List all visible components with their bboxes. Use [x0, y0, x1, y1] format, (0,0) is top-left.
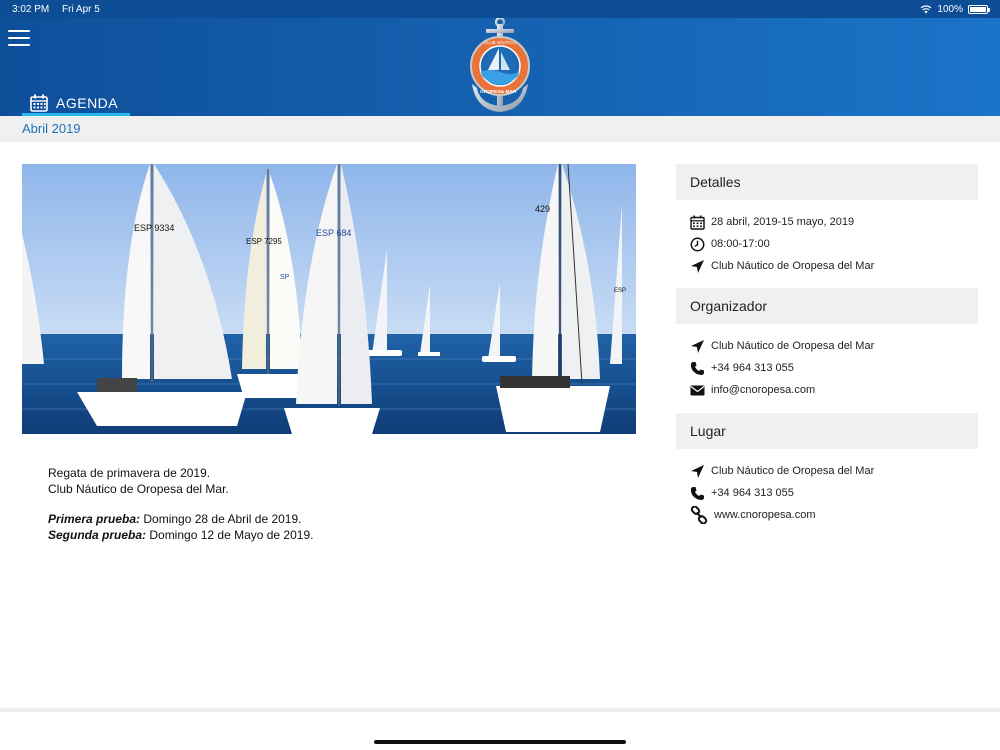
sail-number-6: ESP — [614, 288, 626, 294]
calendar-icon — [30, 94, 48, 112]
phone-icon — [690, 361, 704, 375]
first-test-value: Domingo 28 de Abril de 2019. — [140, 512, 302, 526]
venue-name-row: Club Náutico de Oropesa del Mar — [676, 460, 978, 482]
organizer-panel: Organizador Club Náutico de Oropesa del … — [676, 288, 978, 401]
first-test-label: Primera prueba: — [48, 512, 141, 526]
app-header: CLUB NÁUTICO OROPESA del MAR AGENDA — [0, 18, 1000, 116]
sail-number-2: ESP 7295 — [246, 237, 282, 246]
hamburger-icon[interactable] — [8, 30, 30, 46]
footer-divider — [0, 708, 1000, 712]
details-title: Detalles — [676, 164, 978, 200]
description-line-2: Club Náutico de Oropesa del Mar. — [48, 482, 229, 496]
phone-icon — [690, 486, 704, 500]
battery-percent: 100% — [937, 3, 963, 15]
location-arrow-icon — [691, 339, 704, 353]
details-date: 28 abril, 2019-15 mayo, 2019 — [711, 216, 855, 228]
tab-agenda[interactable]: AGENDA — [22, 90, 130, 116]
details-date-row: 28 abril, 2019-15 mayo, 2019 — [676, 211, 978, 233]
location-arrow-icon — [691, 259, 704, 273]
venue-phone-row[interactable]: +34 964 313 055 — [676, 482, 978, 504]
description-line-1: Regata de primavera de 2019. — [48, 466, 211, 480]
envelope-icon — [690, 385, 705, 395]
details-panel: Detalles 28 abril, 2019-15 mayo, 2019 08… — [676, 164, 978, 277]
venue-web[interactable]: www.cnoropesa.com — [714, 509, 816, 521]
event-image: ESP 9334 ESP 7295 SP ESP 684 429 ESP — [22, 164, 636, 434]
organizer-email-row[interactable]: info@cnoropesa.com — [676, 379, 978, 401]
details-time: 08:00-17:00 — [711, 238, 770, 250]
status-time: 3:02 PM — [12, 3, 50, 15]
second-test-value: Domingo 12 de Mayo de 2019. — [146, 528, 314, 542]
calendar-icon — [690, 215, 705, 230]
event-description: Regata de primavera de 2019. Club Náutic… — [48, 465, 608, 543]
organizer-name: Club Náutico de Oropesa del Mar — [711, 340, 875, 352]
status-bar: 3:02 PM Fri Apr 5 100% — [0, 0, 1000, 18]
link-icon — [690, 506, 708, 524]
sail-number-5: SP — [280, 274, 290, 281]
organizer-title: Organizador — [676, 288, 978, 324]
venue-title: Lugar — [676, 413, 978, 449]
details-place-row: Club Náutico de Oropesa del Mar — [676, 255, 978, 277]
second-test-label: Segunda prueba: — [48, 528, 147, 542]
wifi-icon — [921, 4, 932, 13]
logo-bottom-mid-text: del — [500, 90, 504, 94]
sail-number-3: ESP 684 — [316, 228, 351, 238]
month-bar: Abril 2019 — [0, 116, 1000, 142]
month-title: Abril 2019 — [22, 121, 81, 136]
club-logo: CLUB NÁUTICO OROPESA del MAR — [470, 18, 530, 112]
location-arrow-icon — [691, 464, 704, 478]
battery-icon — [968, 4, 990, 14]
clock-icon — [690, 237, 705, 251]
venue-name: Club Náutico de Oropesa del Mar — [711, 465, 875, 477]
logo-bottom-right-text: MAR — [506, 89, 517, 95]
second-test: Segunda prueba: Domingo 12 de Mayo de 20… — [48, 527, 608, 543]
sail-number-1: ESP 9334 — [134, 223, 174, 233]
sail-number-4: 429 — [535, 204, 550, 214]
logo-top-text: CLUB NÁUTICO — [484, 40, 516, 45]
venue-web-row[interactable]: www.cnoropesa.com — [676, 504, 978, 526]
first-test: Primera prueba: Domingo 28 de Abril de 2… — [48, 511, 608, 527]
home-indicator[interactable] — [374, 740, 626, 744]
organizer-phone[interactable]: +34 964 313 055 — [711, 362, 794, 374]
organizer-name-row: Club Náutico de Oropesa del Mar — [676, 335, 978, 357]
tab-agenda-label: AGENDA — [56, 95, 119, 111]
organizer-phone-row[interactable]: +34 964 313 055 — [676, 357, 978, 379]
details-time-row: 08:00-17:00 — [676, 233, 978, 255]
details-place: Club Náutico de Oropesa del Mar — [711, 260, 875, 272]
venue-panel: Lugar Club Náutico de Oropesa del Mar +3… — [676, 413, 978, 526]
venue-phone[interactable]: +34 964 313 055 — [711, 487, 794, 499]
organizer-email[interactable]: info@cnoropesa.com — [711, 384, 815, 396]
status-date: Fri Apr 5 — [62, 3, 100, 15]
